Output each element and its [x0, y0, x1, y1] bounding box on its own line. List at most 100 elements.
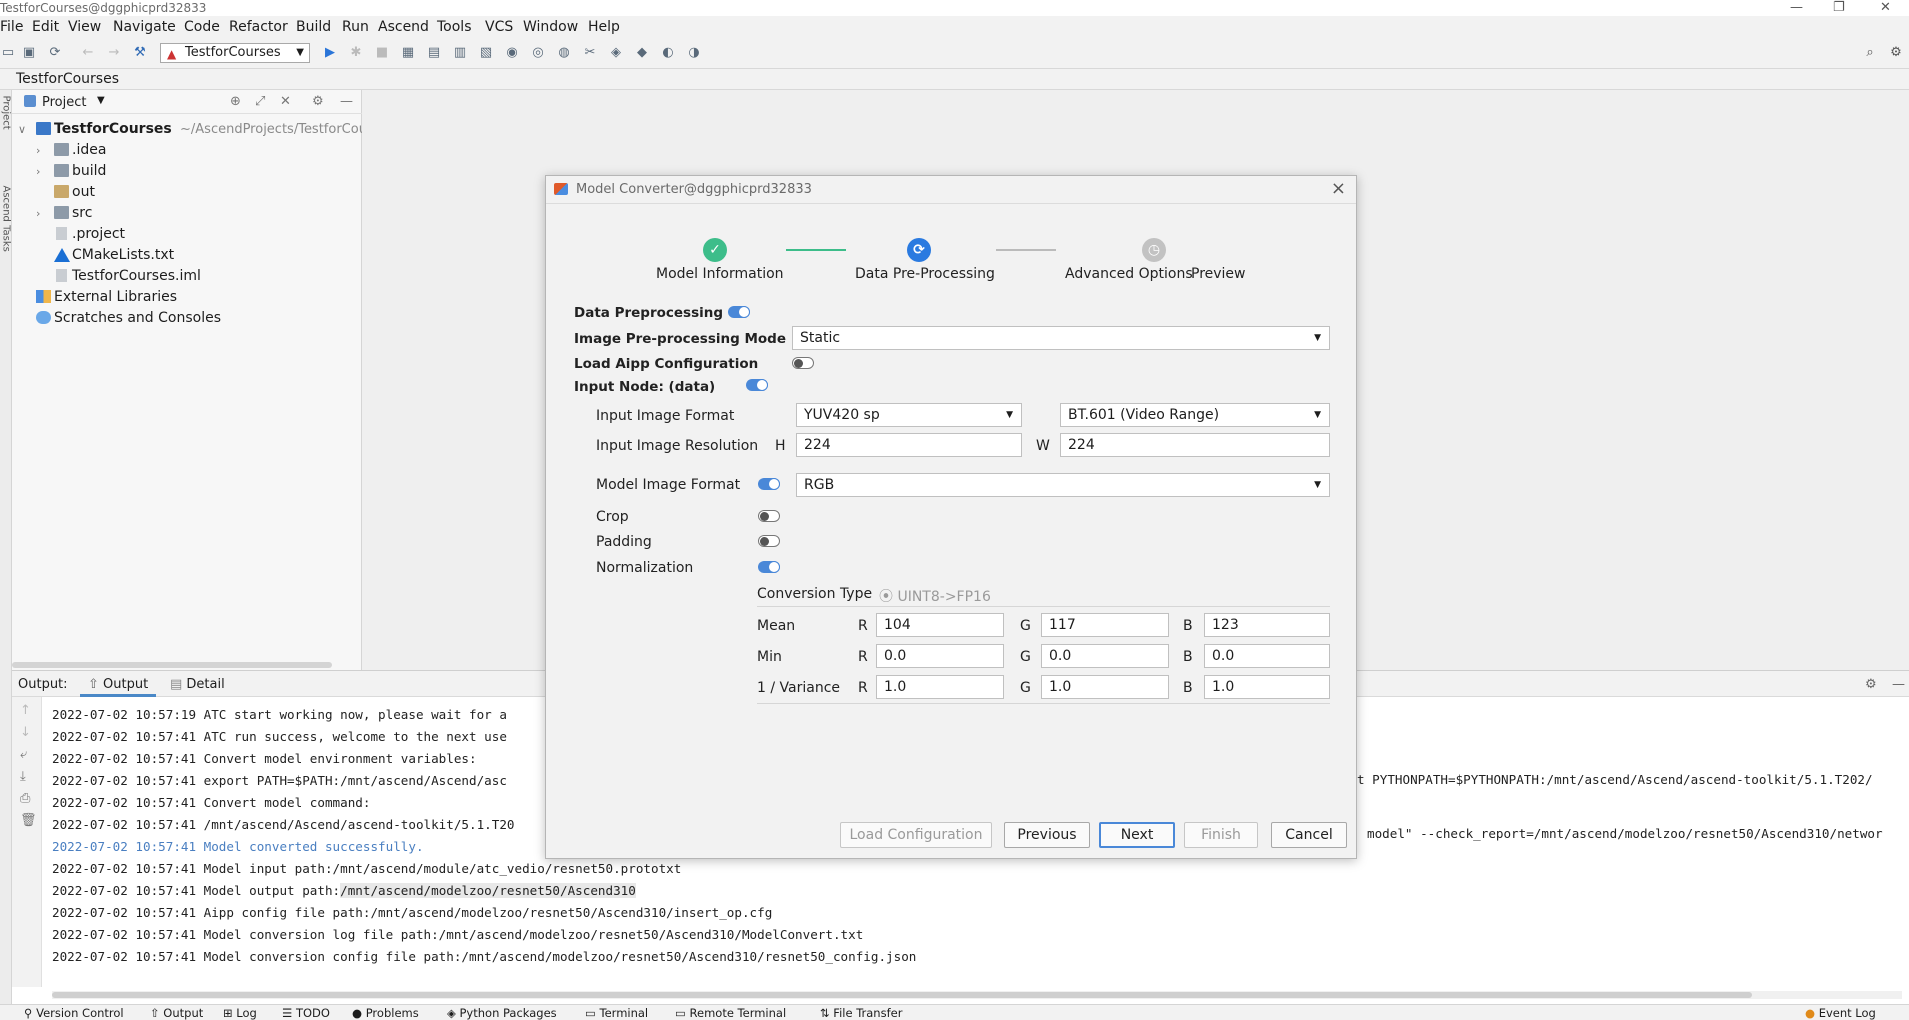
- load-aipp-toggle[interactable]: [792, 357, 814, 369]
- menu-file[interactable]: File: [0, 19, 23, 35]
- hide-panel-icon[interactable]: —: [340, 94, 353, 109]
- tool-7-icon[interactable]: ◍: [556, 45, 572, 61]
- tree-item-src[interactable]: › src: [12, 203, 362, 224]
- scrollbar-thumb[interactable]: [52, 992, 1752, 998]
- status-problems[interactable]: ● Problems: [352, 1006, 419, 1020]
- padding-toggle[interactable]: [758, 535, 780, 547]
- run-icon[interactable]: ▶: [322, 45, 338, 61]
- status-terminal[interactable]: ▭ Terminal: [585, 1006, 648, 1020]
- stop-icon[interactable]: ■: [374, 45, 390, 61]
- scroll-up-icon[interactable]: ↑: [20, 703, 31, 718]
- model-format-select[interactable]: RGB ▼: [796, 473, 1330, 497]
- mode-select[interactable]: Static ▼: [792, 326, 1330, 350]
- crop-toggle[interactable]: [758, 510, 780, 522]
- norm-b-input[interactable]: 0.0: [1204, 644, 1330, 668]
- finish-button[interactable]: Finish: [1184, 822, 1258, 848]
- tree-item-out[interactable]: out: [12, 182, 362, 203]
- stripe-project-tab[interactable]: Project: [1, 96, 12, 136]
- norm-b-input[interactable]: 123: [1204, 613, 1330, 637]
- menu-edit[interactable]: Edit: [32, 19, 59, 35]
- settings-icon[interactable]: ⚙: [1865, 677, 1877, 692]
- status-output[interactable]: ⇧ Output: [150, 1006, 203, 1020]
- print-icon[interactable]: ⎙: [20, 791, 30, 806]
- tree-item-project-file[interactable]: .project: [12, 224, 362, 245]
- tree-root[interactable]: ∨ TestforCourses ~/AscendProjects/Testfo…: [12, 119, 367, 140]
- norm-r-input[interactable]: 104: [876, 613, 1004, 637]
- status-event-log[interactable]: ● Event Log: [1805, 1006, 1876, 1020]
- tree-item-idea[interactable]: › .idea: [12, 140, 362, 161]
- debug-icon[interactable]: ✱: [348, 45, 364, 61]
- color-space-select[interactable]: BT.601 (Video Range) ▼: [1060, 403, 1330, 427]
- menu-window[interactable]: Window: [523, 19, 578, 35]
- chevron-down-icon[interactable]: ▼: [97, 95, 105, 106]
- menu-tools[interactable]: Tools: [437, 19, 472, 35]
- status-log[interactable]: ⊞ Log: [223, 1006, 257, 1020]
- tool-9-icon[interactable]: ◈: [608, 45, 624, 61]
- build-hammer-icon[interactable]: ⚒: [132, 45, 148, 61]
- menu-navigate[interactable]: Navigate: [113, 19, 176, 35]
- status-remote-terminal[interactable]: ▭ Remote Terminal: [675, 1006, 786, 1020]
- load-configuration-button[interactable]: Load Configuration: [840, 822, 992, 848]
- run-configuration-select[interactable]: ▲ TestforCourses ▼: [160, 43, 310, 63]
- tool-4-icon[interactable]: ▧: [478, 45, 494, 61]
- hide-panel-icon[interactable]: —: [1892, 677, 1905, 692]
- status-python-packages[interactable]: ◈ Python Packages: [447, 1006, 557, 1020]
- tool-3-icon[interactable]: ▥: [452, 45, 468, 61]
- next-button[interactable]: Next: [1099, 822, 1175, 848]
- width-input[interactable]: 224: [1060, 433, 1330, 457]
- tree-item-build[interactable]: › build: [12, 161, 362, 182]
- tool-8-icon[interactable]: ✂: [582, 45, 598, 61]
- forward-icon[interactable]: →: [106, 45, 122, 61]
- tool-5-icon[interactable]: ◉: [504, 45, 520, 61]
- menu-build[interactable]: Build: [296, 19, 331, 35]
- tree-item-scratches[interactable]: Scratches and Consoles: [12, 308, 362, 329]
- menu-ascend[interactable]: Ascend: [378, 19, 429, 35]
- tree-item-iml[interactable]: TestforCourses.iml: [12, 266, 362, 287]
- norm-g-input[interactable]: 0.0: [1041, 644, 1169, 668]
- restore-icon[interactable]: ❐: [1833, 0, 1845, 15]
- locate-icon[interactable]: ⊕: [230, 94, 241, 109]
- conversion-type-radio[interactable]: ⦿ UINT8->FP16: [879, 586, 991, 606]
- norm-r-input[interactable]: 0.0: [876, 644, 1004, 668]
- tree-item-cmakelists[interactable]: CMakeLists.txt: [12, 245, 362, 266]
- tab-output[interactable]: ⇧ Output: [80, 671, 157, 697]
- input-format-select[interactable]: YUV420 sp ▼: [796, 403, 1022, 427]
- search-icon[interactable]: ⌕: [1862, 45, 1878, 61]
- status-todo[interactable]: ☰ TODO: [282, 1006, 330, 1020]
- horizontal-scrollbar[interactable]: [12, 662, 332, 668]
- tool-1-icon[interactable]: ▦: [400, 45, 416, 61]
- collapse-all-icon[interactable]: ✕: [280, 94, 291, 109]
- close-window-icon[interactable]: ✕: [1880, 0, 1891, 15]
- settings-icon[interactable]: ⚙: [312, 94, 324, 109]
- status-version-control[interactable]: ⚲ Version Control: [24, 1006, 124, 1020]
- menu-vcs[interactable]: VCS: [485, 19, 513, 35]
- tool-11-icon[interactable]: ◐: [660, 45, 676, 61]
- previous-button[interactable]: Previous: [1004, 822, 1090, 848]
- scroll-to-end-icon[interactable]: ⤓: [20, 769, 26, 784]
- norm-g-input[interactable]: 1.0: [1041, 675, 1169, 699]
- status-file-transfer[interactable]: ⇅ File Transfer: [820, 1006, 902, 1020]
- expand-all-icon[interactable]: ⤢: [255, 94, 265, 109]
- open-folder-icon[interactable]: ▭: [0, 45, 16, 61]
- menu-help[interactable]: Help: [588, 19, 620, 35]
- clear-icon[interactable]: 🗑: [20, 813, 37, 828]
- cancel-button[interactable]: Cancel: [1271, 822, 1347, 848]
- stripe-tasks-tab[interactable]: Ascend Tasks: [1, 186, 12, 252]
- height-input[interactable]: 224: [796, 433, 1022, 457]
- soft-wrap-icon[interactable]: ⤶: [20, 747, 27, 762]
- back-icon[interactable]: ←: [80, 45, 96, 61]
- tool-2-icon[interactable]: ▤: [426, 45, 442, 61]
- project-view-label[interactable]: Project: [42, 95, 86, 110]
- save-icon[interactable]: ▣: [21, 45, 37, 61]
- sync-icon[interactable]: ⟳: [47, 45, 63, 61]
- menu-refactor[interactable]: Refactor: [229, 19, 288, 35]
- minimize-icon[interactable]: —: [1790, 0, 1803, 15]
- norm-g-input[interactable]: 117: [1041, 613, 1169, 637]
- tool-10-icon[interactable]: ◆: [634, 45, 650, 61]
- tree-item-external-libraries[interactable]: External Libraries: [12, 287, 362, 308]
- output-horizontal-scrollbar[interactable]: [52, 991, 1902, 999]
- tool-6-icon[interactable]: ◎: [530, 45, 546, 61]
- menu-view[interactable]: View: [68, 19, 101, 35]
- menu-run[interactable]: Run: [342, 19, 369, 35]
- scroll-down-icon[interactable]: ↓: [20, 725, 31, 740]
